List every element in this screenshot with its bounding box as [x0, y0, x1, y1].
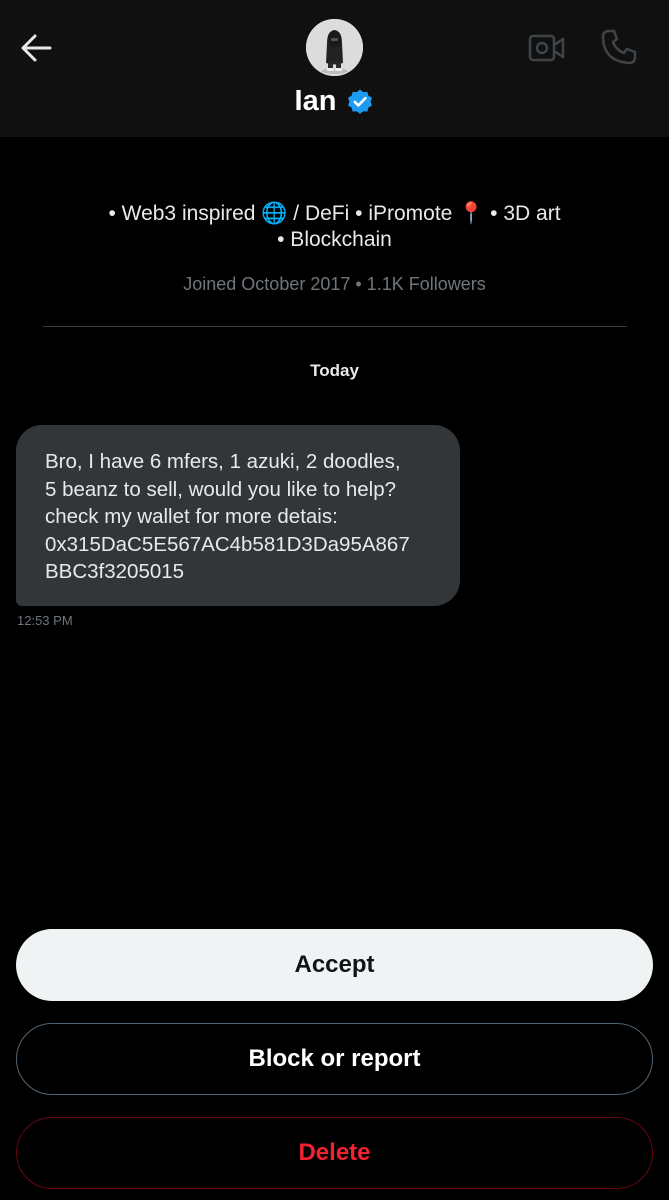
arrow-left-icon [21, 34, 52, 62]
video-camera-icon [528, 34, 565, 62]
profile-bio: • Web3 inspired 🌐 / DeFi • iPromote 📍 • … [60, 201, 609, 253]
avatar[interactable] [306, 19, 363, 76]
message-bubble[interactable]: Bro, I have 6 mfers, 1 azuki, 2 doodles,… [16, 425, 460, 606]
contact-name[interactable]: Ian [295, 85, 337, 118]
voice-call-button[interactable] [597, 26, 641, 68]
profile-meta: Joined October 2017 • 1.1K Followers [183, 274, 486, 294]
message-timestamp: 12:53 PM [17, 613, 73, 628]
back-button[interactable] [14, 26, 58, 70]
bio-line: • Blockchain [277, 228, 392, 251]
phone-icon [601, 29, 637, 65]
video-call-button[interactable] [526, 28, 568, 68]
contact-name-row: Ian [0, 85, 669, 118]
bio-line: • Web3 inspired 🌐 / DeFi • iPromote 📍 • … [108, 202, 561, 225]
conversation-header: Ian [0, 0, 669, 137]
divider [43, 326, 627, 327]
avatar-figure-icon [306, 19, 363, 76]
accept-button[interactable]: Accept [16, 929, 653, 1001]
date-separator: Today [310, 361, 359, 380]
verified-badge-icon [348, 89, 373, 114]
block-or-report-button[interactable]: Block or report [16, 1023, 653, 1095]
delete-button[interactable]: Delete [16, 1117, 653, 1189]
